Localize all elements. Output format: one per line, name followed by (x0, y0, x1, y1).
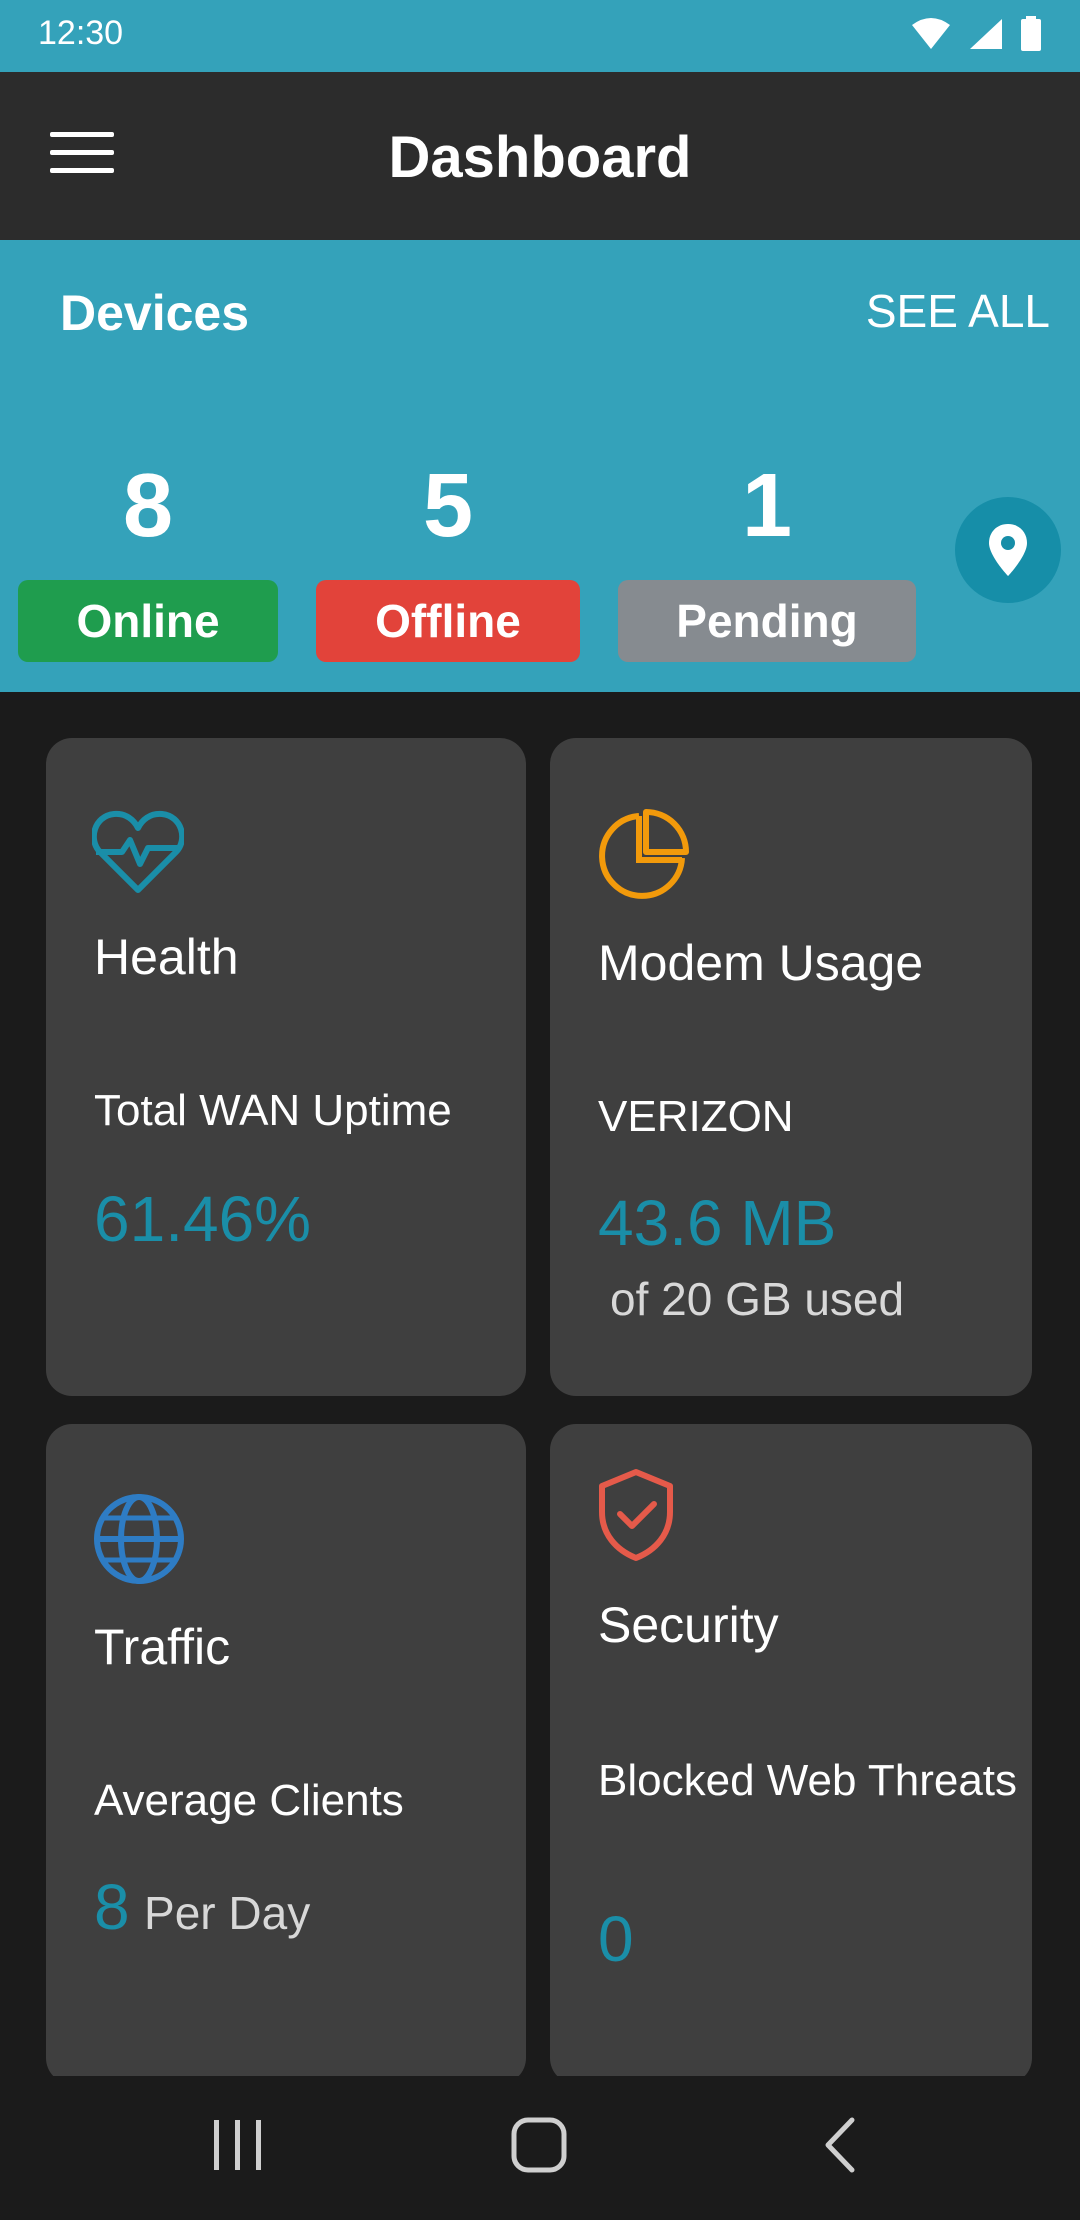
location-pin-icon (989, 524, 1027, 576)
pending-button[interactable]: Pending (618, 580, 916, 662)
page-title: Dashboard (388, 125, 692, 190)
globe-icon (94, 1494, 184, 1584)
security-title: Security (598, 1597, 779, 1653)
battery-icon (1021, 16, 1041, 51)
health-label: Total WAN Uptime (94, 1086, 452, 1135)
health-card[interactable]: Health Total WAN Uptime 61.46% (46, 738, 526, 1396)
traffic-sub: Per Day (144, 1887, 311, 1939)
online-button[interactable]: Online (18, 580, 278, 662)
recent-apps-button[interactable] (210, 2116, 266, 2174)
devices-title: Devices (60, 285, 250, 341)
map-location-button[interactable] (955, 497, 1061, 603)
traffic-value-row: 8 Per Day (94, 1870, 310, 1944)
pie-chart-icon (599, 809, 689, 899)
offline-count: 5 (422, 456, 474, 556)
wifi-icon (912, 18, 950, 49)
devices-section: Devices SEE ALL 8 Online 5 Offline 1 Pen… (0, 240, 1080, 692)
app-bar: Dashboard (0, 72, 1080, 240)
status-bar: 12:30 (0, 0, 1080, 72)
traffic-title: Traffic (94, 1619, 231, 1675)
security-card[interactable]: Security Blocked Web Threats 0 (550, 1424, 1032, 2084)
home-button[interactable] (510, 2116, 568, 2174)
health-value: 61.46% (94, 1183, 312, 1255)
shield-check-icon (599, 1469, 673, 1561)
signal-icon (970, 19, 1002, 49)
security-label: Blocked Web Threats (598, 1756, 1018, 1805)
traffic-label: Average Clients (94, 1776, 404, 1825)
traffic-card[interactable]: Traffic Average Clients 8 Per Day (46, 1424, 526, 2084)
see-all-button[interactable]: SEE ALL (866, 284, 1050, 338)
modem-usage-value: 43.6 MB (598, 1187, 837, 1259)
traffic-value: 8 (94, 1871, 130, 1943)
status-time: 12:30 (38, 14, 124, 52)
modem-carrier-label: VERIZON (598, 1092, 794, 1141)
modem-usage-card[interactable]: Modem Usage VERIZON 43.6 MB of 20 GB use… (550, 738, 1032, 1396)
modem-usage-sub: of 20 GB used (610, 1273, 905, 1325)
heart-pulse-icon (92, 810, 184, 893)
health-title: Health (94, 929, 239, 985)
back-button[interactable] (820, 2116, 860, 2174)
security-value: 0 (598, 1903, 634, 1975)
pending-count: 1 (741, 456, 793, 556)
modem-usage-title: Modem Usage (598, 935, 924, 991)
online-count: 8 (122, 456, 174, 556)
offline-button[interactable]: Offline (316, 580, 580, 662)
status-icons (910, 16, 1042, 52)
system-nav-bar (0, 2076, 1080, 2220)
